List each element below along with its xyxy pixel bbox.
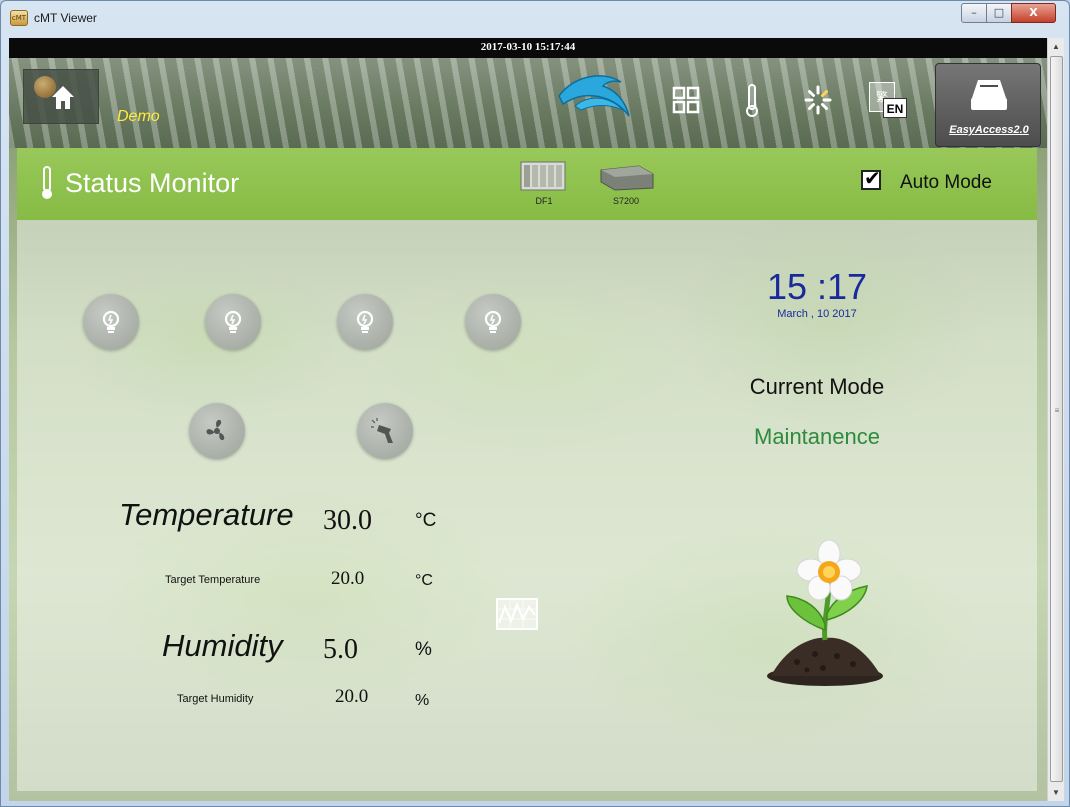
light-button-4[interactable]	[465, 294, 521, 350]
target-temperature-value[interactable]: 20.0	[331, 568, 364, 590]
auto-mode-checkbox[interactable]: ✔	[861, 166, 881, 190]
light-bulb-icon	[356, 310, 374, 333]
fan-button[interactable]	[189, 403, 245, 459]
humidity-unit: %	[415, 639, 432, 660]
project-label: Demo	[117, 108, 160, 125]
language-icon[interactable]: 繁 EN	[865, 78, 909, 124]
sprayer-icon	[371, 418, 393, 443]
sprayer-button[interactable]	[357, 403, 413, 459]
maximize-button[interactable]: □	[986, 3, 1012, 23]
target-temperature-label: Target Temperature	[165, 574, 261, 586]
home-icon	[52, 86, 74, 109]
temperature-label: Temperature	[119, 497, 294, 532]
plc-device-icon	[600, 165, 654, 191]
title-bar[interactable]: cMT cMT Viewer – □ X	[1, 1, 1069, 37]
target-temperature-unit: °C	[415, 572, 433, 589]
easyaccess-button[interactable]: EasyAccess2.0	[935, 63, 1041, 147]
thermometer-icon	[42, 166, 52, 199]
temperature-value: 30.0	[323, 505, 372, 536]
vertical-scrollbar[interactable]: ▲ ≡ ▼	[1047, 38, 1064, 801]
light-button-2[interactable]	[205, 294, 261, 350]
checkmark-icon: ✔	[864, 166, 881, 190]
target-humidity-label: Target Humidity	[177, 693, 254, 705]
scroll-grip-icon: ≡	[1054, 406, 1060, 415]
toolbar: Demo 繁 EN EasyAccess2.0	[9, 58, 1047, 148]
clock-date: March , 10 2017	[777, 308, 857, 320]
status-header: Status Monitor DF1 S7200 ✔ Auto Mode	[17, 148, 1037, 220]
hmi-viewport: 2017-03-10 15:17:44 Demo 繁 EN EasyAccess…	[9, 38, 1047, 801]
close-button[interactable]: X	[1011, 3, 1056, 23]
light-bulb-icon	[102, 310, 120, 333]
page-title: Status Monitor	[65, 168, 240, 198]
current-mode-label: Current Mode	[749, 374, 885, 399]
home-button[interactable]	[23, 69, 99, 124]
plc-device-icon	[520, 161, 566, 191]
light-button-1[interactable]	[83, 294, 139, 350]
clock-time: 15 :17	[766, 266, 868, 307]
app-icon: cMT	[10, 10, 28, 26]
target-humidity-value[interactable]: 20.0	[335, 686, 368, 708]
dolphin-logo-icon	[558, 75, 630, 117]
plc-s7200[interactable]: S7200	[595, 158, 657, 208]
app-window: cMT cMT Viewer – □ X ▲ ≡ ▼ 2017-03-10 15…	[0, 0, 1070, 807]
plc-label: DF1	[535, 196, 553, 206]
trend-chart-icon[interactable]	[493, 595, 541, 633]
flower-plant-icon	[767, 539, 883, 686]
scroll-up-arrow-icon[interactable]: ▲	[1048, 38, 1064, 55]
plc-label: S7200	[612, 196, 640, 206]
light-bulb-icon	[224, 310, 242, 333]
temperature-unit: °C	[415, 510, 437, 531]
minimize-button[interactable]: –	[961, 3, 987, 23]
scroll-down-arrow-icon[interactable]: ▼	[1048, 784, 1064, 801]
status-panel: Status Monitor DF1 S7200 ✔ Auto Mode Tem…	[17, 148, 1037, 791]
light-bulb-icon	[484, 310, 502, 333]
easyaccess-label: EasyAccess2.0	[949, 124, 1029, 136]
auto-mode-label: Auto Mode	[900, 172, 992, 193]
scroll-thumb[interactable]: ≡	[1050, 56, 1063, 782]
grid-menu-icon[interactable]	[669, 82, 703, 118]
easyaccess-icon	[971, 80, 1007, 110]
plc-df1[interactable]: DF1	[513, 158, 575, 208]
target-humidity-unit: %	[415, 692, 430, 709]
current-mode-value: Maintanence	[754, 424, 880, 449]
thermometer-icon[interactable]	[735, 82, 769, 118]
fan-icon	[206, 419, 225, 441]
humidity-label: Humidity	[162, 628, 283, 663]
language-code: EN	[883, 98, 907, 118]
humidity-value: 5.0	[323, 634, 358, 665]
datetime-bar: 2017-03-10 15:17:44	[9, 38, 1047, 58]
window-title: cMT Viewer	[34, 11, 97, 25]
light-button-3[interactable]	[337, 294, 393, 350]
system-datetime: 2017-03-10 15:17:44	[480, 41, 576, 53]
loading-spinner-icon[interactable]	[801, 82, 835, 118]
